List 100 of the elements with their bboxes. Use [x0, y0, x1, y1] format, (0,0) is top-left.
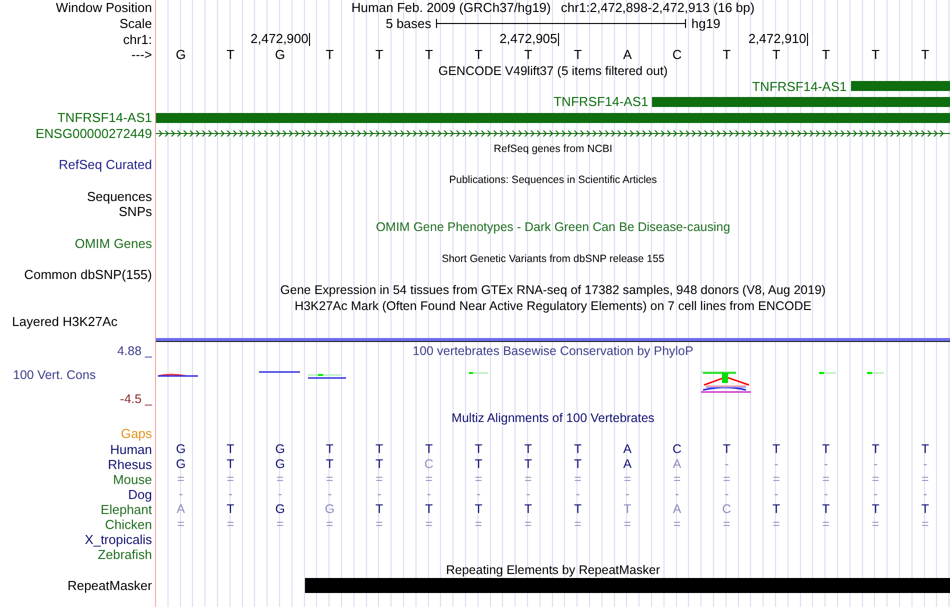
alignment-base: = [624, 516, 632, 532]
gene-bar[interactable] [156, 112, 950, 123]
alignment-base: G [275, 456, 285, 472]
track-label[interactable]: Window Position [56, 0, 152, 16]
alignment-base: - [476, 486, 481, 502]
base-letter: T [424, 47, 433, 62]
coordinate-label: 2,472,900 [250, 32, 308, 46]
alignment-base: - [426, 486, 432, 502]
alignment-base: - [576, 486, 580, 502]
alignment-base: - [824, 486, 828, 502]
alignment-base: T [772, 502, 780, 517]
gene-bar[interactable] [850, 81, 950, 92]
alignment-base: = [276, 516, 284, 532]
track-label[interactable]: 100 Vert. Cons [0, 368, 152, 384]
alignment-base: = [822, 516, 830, 532]
alignment-base: C [722, 502, 732, 517]
alignment-base: T [326, 442, 334, 457]
scale-assembly: hg19 [691, 16, 720, 32]
track-label[interactable]: SNPs [118, 204, 152, 220]
alignment-base: - [774, 456, 778, 472]
axis-min-label: -4.5 _ [119, 392, 152, 408]
track-label[interactable]: Rhesus [108, 456, 152, 472]
axis-max-label: 4.88 _ [116, 344, 152, 360]
alignment-base: G [176, 456, 186, 472]
alignment-base: = [922, 472, 929, 487]
alignment-base: A [176, 502, 185, 517]
track-label[interactable]: Scale [119, 16, 152, 32]
alignment-base: = [673, 472, 681, 487]
coordinate-label: 2,472,910 [748, 32, 806, 46]
alignment-base: T [375, 442, 384, 457]
alignment-base: T [226, 502, 234, 517]
gene-label[interactable]: TNFRSF14-AS1 [752, 78, 847, 94]
repeat-bar[interactable] [304, 578, 950, 593]
coordinate-label: 2,472,905 [499, 32, 558, 46]
alignment-base: T [921, 442, 929, 457]
base-letter: T [921, 47, 930, 62]
alignment-base: A [623, 442, 632, 457]
alignment-base: = [474, 516, 482, 532]
alignment-base: - [526, 486, 530, 502]
alignment-base: - [228, 486, 233, 502]
alignment-base: T [226, 442, 234, 457]
track-label[interactable]: Common dbSNP(155) [24, 267, 152, 282]
gene-label[interactable]: TNFRSF14-AS1 [554, 94, 648, 110]
base-letter: T [772, 47, 780, 62]
alignment-base: = [822, 472, 830, 487]
track-label[interactable]: Zebrafish [98, 546, 152, 562]
assembly-text: Human Feb. 2009 (GRCh37/hg19) [351, 0, 551, 16]
track-label[interactable]: Chicken [105, 516, 152, 532]
alignment-base: = [574, 472, 582, 487]
alignment-base: T [375, 502, 384, 517]
alignment-base: - [178, 486, 183, 502]
track-label[interactable]: ---> [131, 47, 152, 62]
track-label[interactable]: Mouse [112, 472, 152, 487]
base-letter: C [672, 47, 682, 62]
alignment-base: G [176, 442, 186, 457]
alignment-base: G [275, 442, 285, 457]
alignment-base: - [724, 456, 729, 472]
alignment-base: = [772, 516, 780, 532]
track-title: Repeating Elements by RepeatMasker [446, 562, 660, 577]
track-title: RefSeq genes from NCBI [494, 143, 612, 156]
alignment-base: T [574, 456, 582, 472]
track-label[interactable]: RepeatMasker [67, 578, 152, 593]
track-title: H3K27Ac Mark (Often Found Near Active Regulatory Elements) on 7 cell lines from ENCODE [294, 298, 812, 313]
track-label[interactable]: ENSG00000272449 [36, 126, 152, 141]
track-label[interactable]: chr1: [123, 32, 152, 47]
alignment-base: = [922, 516, 929, 532]
track-label[interactable]: Elephant [100, 502, 152, 517]
alignment-base: = [474, 472, 482, 487]
alignment-base: = [425, 472, 433, 487]
gene-bar[interactable] [652, 96, 950, 107]
alignment-base: T [624, 502, 632, 517]
alignment-base: - [774, 486, 778, 502]
alignment-base: T [474, 442, 482, 457]
track-label[interactable]: OMIM Genes [74, 236, 152, 251]
alignment-base: = [872, 472, 880, 487]
track-label[interactable]: Dog [128, 486, 152, 502]
base-letter: T [574, 47, 582, 62]
alignment-base: T [921, 502, 929, 517]
alignment-base: - [824, 456, 828, 472]
alignment-base: G [275, 502, 285, 517]
alignment-base: = [376, 516, 383, 532]
alignment-base: T [474, 502, 482, 517]
track-label[interactable]: TNFRSF14-AS1 [57, 110, 152, 126]
alignment-base: = [772, 472, 780, 487]
track-title: OMIM Gene Phenotypes - Dark Green Can Be Disease-causing [376, 220, 730, 234]
track-label[interactable]: RefSeq Curated [58, 157, 152, 172]
base-letter: T [872, 47, 880, 62]
base-letter: T [822, 47, 830, 62]
alignment-base: T [226, 456, 234, 472]
track-label[interactable]: Human [110, 442, 152, 457]
alignment-base: A [672, 456, 682, 472]
base-letter: T [226, 47, 234, 62]
track-label[interactable]: Sequences [86, 188, 152, 204]
alignment-base: T [822, 502, 830, 517]
alignment-base: - [674, 486, 680, 502]
track-label[interactable]: Layered H3K27Ac [12, 314, 118, 330]
alignment-base: A [672, 502, 682, 517]
alignment-base: - [873, 486, 878, 502]
track-label[interactable]: X_tropicalis [84, 532, 152, 547]
base-letter: G [176, 47, 186, 62]
